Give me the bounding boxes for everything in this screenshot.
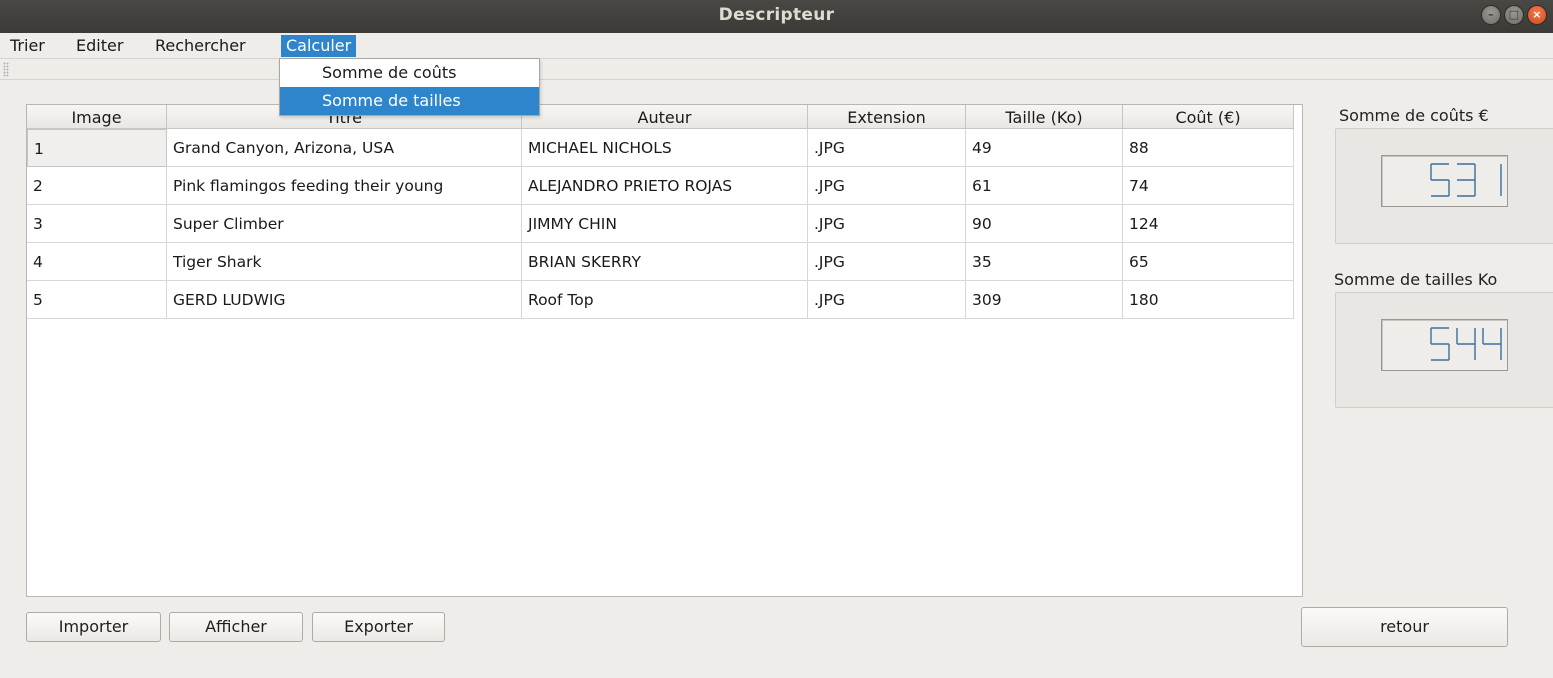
cell-auteur[interactable]: MICHAEL NICHOLS	[522, 129, 808, 167]
cost-sum-lcd	[1381, 155, 1508, 207]
toolbar-grip-icon[interactable]	[3, 62, 9, 77]
cell-cout[interactable]: 124	[1123, 205, 1294, 243]
calculer-dropdown: Somme de coûts Somme de tailles	[279, 58, 540, 116]
column-header-cout[interactable]: Coût (€)	[1123, 105, 1294, 129]
menu-item-somme-tailles[interactable]: Somme de tailles	[280, 87, 539, 115]
cell-image[interactable]: 3	[27, 205, 167, 243]
lcd-digit	[1482, 328, 1502, 360]
minimize-icon[interactable]: –	[1481, 5, 1501, 25]
window-controls: – □ ×	[1481, 5, 1547, 25]
menu-trier[interactable]: Trier	[5, 35, 50, 57]
table-row[interactable]: 2 Pink flamingos feeding their young ALE…	[27, 167, 1294, 205]
lcd-digit	[1430, 163, 1450, 197]
column-header-auteur[interactable]: Auteur	[522, 105, 808, 129]
cell-taille[interactable]: 61	[966, 167, 1123, 205]
cell-titre[interactable]: Pink flamingos feeding their young	[167, 167, 522, 205]
table-header: Image Titre Auteur Extension Taille (Ko)…	[27, 105, 1294, 129]
size-sum-lcd	[1381, 319, 1508, 371]
cell-titre[interactable]: GERD LUDWIG	[167, 281, 522, 319]
table-row[interactable]: 4 Tiger Shark BRIAN SKERRY .JPG 35 65	[27, 243, 1294, 281]
column-header-image[interactable]: Image	[27, 105, 167, 129]
close-icon[interactable]: ×	[1527, 5, 1547, 25]
menubar: Trier Editer Rechercher Calculer	[0, 33, 1553, 58]
window-title: Descripteur	[718, 5, 835, 25]
maximize-icon[interactable]: □	[1504, 5, 1524, 25]
images-table[interactable]: Image Titre Auteur Extension Taille (Ko)…	[26, 104, 1303, 597]
menu-item-somme-couts[interactable]: Somme de coûts	[280, 59, 539, 87]
cell-cout[interactable]: 65	[1123, 243, 1294, 281]
cell-auteur[interactable]: ALEJANDRO PRIETO ROJAS	[522, 167, 808, 205]
lcd-digit	[1430, 327, 1450, 361]
menu-calculer[interactable]: Calculer	[281, 35, 357, 57]
table-row[interactable]: 1 Grand Canyon, Arizona, USA MICHAEL NIC…	[27, 129, 1294, 167]
cell-taille[interactable]: 309	[966, 281, 1123, 319]
cell-image[interactable]: 1	[27, 129, 167, 167]
table-row[interactable]: 3 Super Climber JIMMY CHIN .JPG 90 124	[27, 205, 1294, 243]
size-sum-lcd-digits	[1430, 327, 1502, 361]
cell-auteur[interactable]: JIMMY CHIN	[522, 205, 808, 243]
lcd-digit	[1456, 328, 1476, 360]
cost-sum-lcd-digits	[1430, 163, 1502, 197]
cell-auteur[interactable]: Roof Top	[522, 281, 808, 319]
cell-image[interactable]: 4	[27, 243, 167, 281]
column-header-extension[interactable]: Extension	[808, 105, 966, 129]
cell-image[interactable]: 5	[27, 281, 167, 319]
cell-titre[interactable]: Super Climber	[167, 205, 522, 243]
exporter-button[interactable]: Exporter	[312, 612, 445, 642]
column-header-taille[interactable]: Taille (Ko)	[966, 105, 1123, 129]
menu-rechercher[interactable]: Rechercher	[150, 35, 251, 57]
cell-taille[interactable]: 49	[966, 129, 1123, 167]
cost-sum-label: Somme de coûts €	[1339, 106, 1489, 125]
cell-extension[interactable]: .JPG	[808, 129, 966, 167]
cell-auteur[interactable]: BRIAN SKERRY	[522, 243, 808, 281]
cell-taille[interactable]: 35	[966, 243, 1123, 281]
cell-extension[interactable]: .JPG	[808, 167, 966, 205]
menu-editer[interactable]: Editer	[71, 35, 128, 57]
cell-extension[interactable]: .JPG	[808, 243, 966, 281]
cell-cout[interactable]: 180	[1123, 281, 1294, 319]
cell-taille[interactable]: 90	[966, 205, 1123, 243]
cell-extension[interactable]: .JPG	[808, 205, 966, 243]
retour-button[interactable]: retour	[1301, 607, 1508, 647]
cell-image[interactable]: 2	[27, 167, 167, 205]
window-titlebar: Descripteur – □ ×	[0, 0, 1553, 33]
cell-cout[interactable]: 88	[1123, 129, 1294, 167]
size-sum-label: Somme de tailles Ko	[1334, 270, 1498, 289]
importer-button[interactable]: Importer	[26, 612, 161, 642]
cell-titre[interactable]: Grand Canyon, Arizona, USA	[167, 129, 522, 167]
afficher-button[interactable]: Afficher	[169, 612, 303, 642]
table-row[interactable]: 5 GERD LUDWIG Roof Top .JPG 309 180	[27, 281, 1294, 319]
cell-cout[interactable]: 74	[1123, 167, 1294, 205]
lcd-digit	[1457, 163, 1476, 197]
cell-titre[interactable]: Tiger Shark	[167, 243, 522, 281]
toolbar	[0, 58, 1553, 80]
cell-extension[interactable]: .JPG	[808, 281, 966, 319]
